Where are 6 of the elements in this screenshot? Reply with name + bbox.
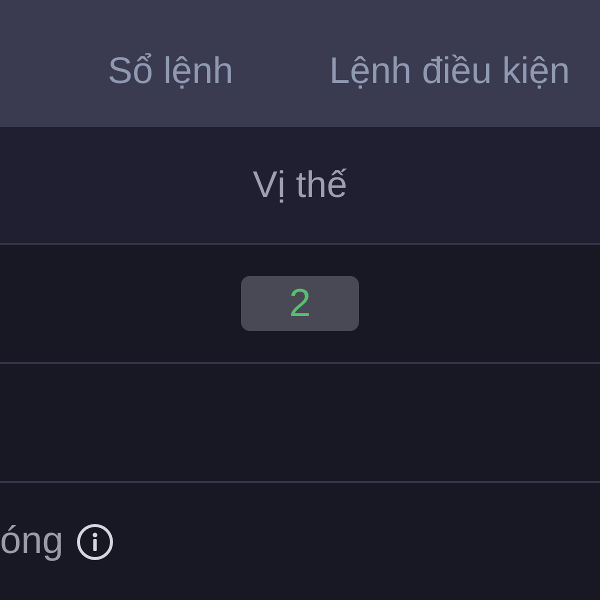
tab[interactable]: Lệnh điều kiện [329, 49, 570, 94]
column-header-label: Vị thế [252, 162, 348, 207]
tab[interactable]: Sổ lệnh [108, 49, 234, 94]
count-badge: 2 [241, 276, 359, 331]
info-icon[interactable] [77, 524, 114, 560]
row-label: óng [0, 518, 64, 564]
